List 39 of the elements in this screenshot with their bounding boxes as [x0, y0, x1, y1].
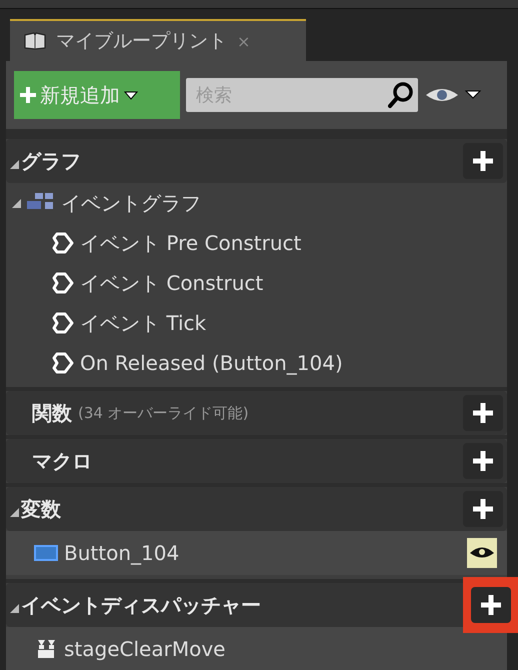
tree-item[interactable]: Button_104: [64, 541, 180, 565]
add-button[interactable]: [463, 143, 503, 179]
search-icon[interactable]: [388, 81, 414, 109]
override-count: (34 オーバーライド可能): [78, 404, 249, 422]
collapse-arrow-icon[interactable]: [10, 604, 19, 612]
event-node-icon: [52, 232, 74, 254]
event-node-icon: [52, 312, 74, 334]
event-node-icon: [52, 272, 74, 294]
collapse-arrow-icon[interactable]: [10, 508, 19, 516]
add-button[interactable]: [463, 395, 503, 431]
add-button[interactable]: [471, 587, 511, 623]
section-title: 変数: [21, 496, 61, 522]
section-title: グラフ: [21, 148, 81, 174]
collapse-arrow-icon[interactable]: [10, 160, 19, 168]
tree-item[interactable]: stageClearMove: [64, 637, 226, 661]
plus-icon: [473, 151, 493, 171]
tree-item[interactable]: On Released (Button_104): [80, 351, 343, 375]
collapse-arrow-icon[interactable]: [12, 198, 21, 208]
section-title: マクロ: [32, 448, 92, 474]
tree-item[interactable]: イベント Tick: [80, 310, 206, 336]
widget-icon: [34, 545, 58, 561]
add-button[interactable]: [463, 443, 503, 479]
section-title: イベントディスパッチャー: [21, 592, 261, 618]
add-button[interactable]: [463, 491, 503, 527]
tree-item[interactable]: イベント Construct: [80, 270, 264, 296]
panel-tab[interactable]: マイブループリント ×: [10, 19, 306, 61]
plus-icon: [473, 451, 493, 471]
eye-icon[interactable]: [467, 538, 497, 568]
plus-icon: [20, 87, 36, 103]
book-icon: [24, 32, 46, 50]
plus-icon: [473, 499, 493, 519]
tab-title: マイブループリント: [56, 29, 227, 54]
section-title: 関数: [32, 400, 72, 426]
event-node-icon: [52, 352, 74, 374]
tree-item[interactable]: イベント Pre Construct: [80, 230, 302, 256]
plus-icon: [481, 595, 501, 615]
caret-icon: [124, 90, 138, 100]
tree-item[interactable]: イベントグラフ: [61, 190, 201, 216]
plus-icon: [473, 403, 493, 423]
